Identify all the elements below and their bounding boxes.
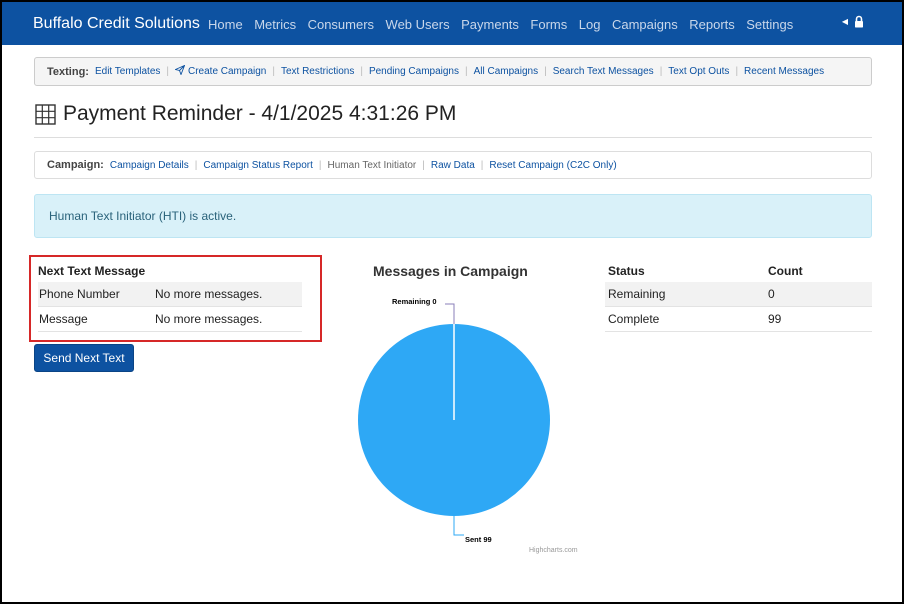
- link-campaign-details[interactable]: Campaign Details: [110, 160, 189, 171]
- nav-home[interactable]: Home: [208, 17, 243, 32]
- paper-plane-icon[interactable]: [174, 64, 186, 78]
- phone-number-label: Phone Number: [39, 287, 120, 301]
- link-text-opt-outs[interactable]: Text Opt Outs: [668, 66, 729, 77]
- lock-icon[interactable]: [854, 15, 864, 28]
- table-header: Status Count: [605, 260, 872, 282]
- separator: |: [360, 66, 363, 77]
- table-row: Remaining 0: [605, 282, 872, 307]
- link-create-campaign[interactable]: Create Campaign: [188, 66, 266, 77]
- divider: [34, 137, 872, 138]
- separator: |: [318, 159, 322, 171]
- pie-label-sent: Sent 99: [465, 535, 492, 544]
- count-cell: 99: [768, 312, 782, 326]
- caret-left-icon[interactable]: ◀: [842, 17, 848, 26]
- table-row: Complete 99: [605, 307, 872, 332]
- message-label: Message: [39, 312, 88, 326]
- nav-consumers[interactable]: Consumers: [308, 17, 374, 32]
- count-header: Count: [768, 264, 803, 278]
- nav-forms[interactable]: Forms: [530, 17, 567, 32]
- link-all-campaigns[interactable]: All Campaigns: [474, 66, 538, 77]
- separator: |: [166, 66, 169, 77]
- separator: |: [194, 159, 198, 171]
- chart-credits[interactable]: Highcharts.com: [529, 547, 578, 554]
- status-cell: Complete: [608, 312, 660, 326]
- top-navbar: Buffalo Credit Solutions Home Metrics Co…: [2, 2, 902, 45]
- status-table: Status Count Remaining 0 Complete 99: [605, 260, 872, 332]
- app-window: Buffalo Credit Solutions Home Metrics Co…: [1, 1, 903, 603]
- next-text-table: Next Text Message Phone Number No more m…: [38, 260, 302, 332]
- count-cell: 0: [768, 287, 775, 301]
- current-human-text-initiator: Human Text Initiator: [327, 159, 417, 171]
- link-reset-campaign[interactable]: Reset Campaign (C2C Only): [489, 160, 616, 171]
- link-search-text-messages[interactable]: Search Text Messages: [553, 66, 654, 77]
- main-nav: Home Metrics Consumers Web Users Payment…: [208, 17, 805, 32]
- separator: |: [544, 66, 547, 77]
- separator: |: [735, 66, 739, 77]
- table-row: Phone Number No more messages.: [38, 282, 302, 307]
- status-header: Status: [608, 264, 645, 278]
- separator: |: [659, 66, 663, 77]
- link-pending-campaigns[interactable]: Pending Campaigns: [369, 66, 459, 77]
- nav-payments[interactable]: Payments: [461, 17, 519, 32]
- pie-chart: [358, 303, 550, 536]
- page-header: Payment Reminder - 4/1/2025 4:31:26 PM: [35, 102, 456, 126]
- brand-name[interactable]: Buffalo Credit Solutions: [33, 15, 200, 33]
- nav-campaigns[interactable]: Campaigns: [612, 17, 678, 32]
- chart-title: Messages in Campaign: [373, 263, 528, 279]
- info-alert: Human Text Initiator (HTI) is active.: [34, 194, 872, 238]
- status-cell: Remaining: [608, 287, 666, 301]
- separator: |: [272, 66, 275, 77]
- connector-remaining: [445, 303, 455, 324]
- table-row: Message No more messages.: [38, 307, 302, 332]
- nav-settings[interactable]: Settings: [746, 17, 793, 32]
- nav-web-users[interactable]: Web Users: [386, 17, 450, 32]
- phone-number-value: No more messages.: [155, 287, 263, 301]
- nav-reports[interactable]: Reports: [689, 17, 735, 32]
- texting-subnav: Texting: Edit Templates | Create Campaig…: [34, 57, 872, 86]
- page-title: Payment Reminder - 4/1/2025 4:31:26 PM: [63, 102, 457, 125]
- pie-label-remaining: Remaining 0: [392, 297, 437, 306]
- texting-label: Texting:: [47, 65, 89, 78]
- next-text-heading: Next Text Message: [38, 264, 146, 278]
- campaign-subnav: Campaign: Campaign Details | Campaign St…: [34, 151, 872, 179]
- connector-sent: [453, 516, 464, 536]
- user-menu[interactable]: ◀: [842, 15, 864, 28]
- link-raw-data[interactable]: Raw Data: [431, 160, 475, 171]
- link-edit-templates[interactable]: Edit Templates: [95, 66, 160, 77]
- separator: |: [422, 159, 425, 171]
- send-next-text-button[interactable]: Send Next Text: [34, 344, 134, 372]
- table-grid-icon: [35, 103, 56, 125]
- nav-log[interactable]: Log: [579, 17, 601, 32]
- link-campaign-status-report[interactable]: Campaign Status Report: [203, 160, 313, 171]
- link-text-restrictions[interactable]: Text Restrictions: [281, 66, 354, 77]
- nav-metrics[interactable]: Metrics: [254, 17, 296, 32]
- link-recent-messages[interactable]: Recent Messages: [744, 66, 824, 77]
- separator: |: [480, 159, 484, 171]
- separator: |: [465, 66, 468, 77]
- campaign-label: Campaign:: [47, 159, 104, 171]
- message-value: No more messages.: [155, 312, 263, 326]
